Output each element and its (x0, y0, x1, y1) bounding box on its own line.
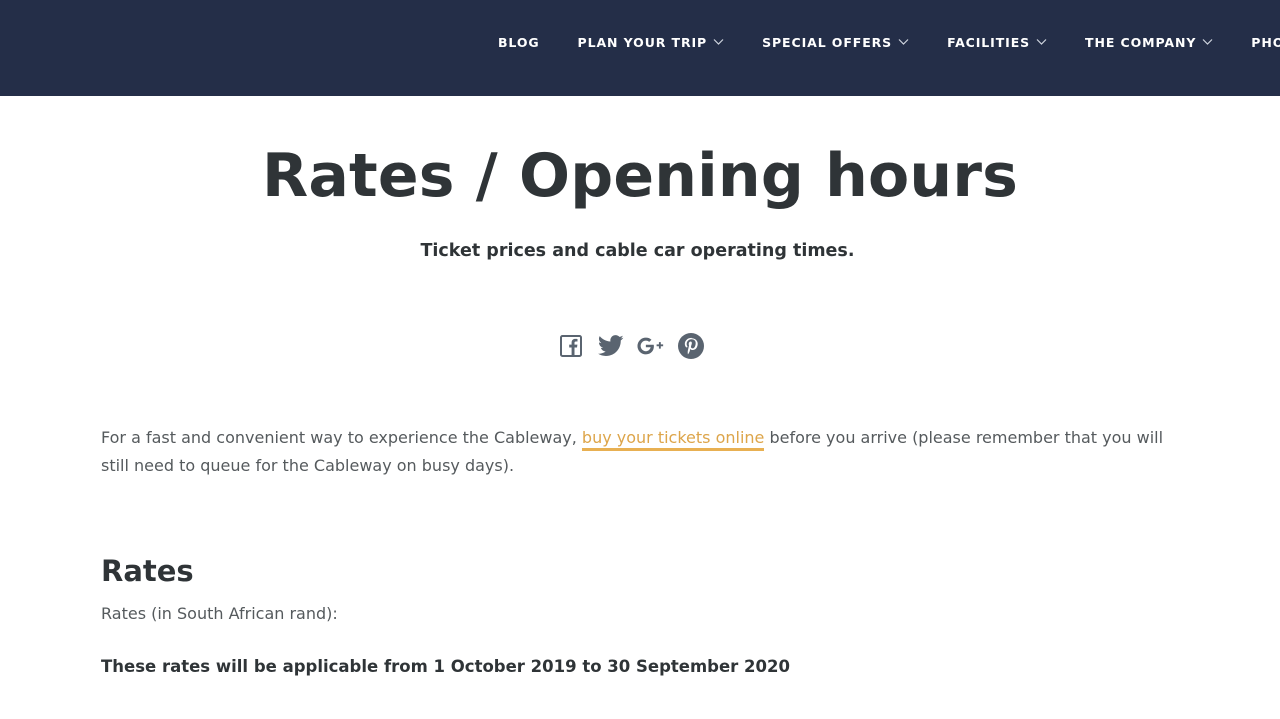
nav-item-label: BLOG (498, 34, 540, 50)
chevron-down-icon (1036, 38, 1047, 46)
nav-item-label: PLAN YOUR TRIP (577, 34, 708, 50)
page-subtitle: Ticket prices and cable car operating ti… (420, 241, 855, 261)
nav-item-special-offers[interactable]: SPECIAL OFFERS (762, 33, 909, 51)
nav-item-the-company[interactable]: THE COMPANY (1085, 33, 1213, 51)
rates-validity-period: These rates will be applicable from 1 Oc… (101, 657, 790, 676)
twitter-icon[interactable] (597, 332, 625, 360)
chevron-down-icon (898, 38, 909, 46)
main-menu: BLOG PLAN YOUR TRIP SPECIAL OFFERS FACIL… (498, 33, 1280, 51)
google-plus-icon[interactable] (637, 332, 665, 360)
nav-item-label: THE COMPANY (1085, 34, 1197, 50)
nav-item-blog[interactable]: BLOG (498, 33, 540, 51)
facebook-icon[interactable] (557, 332, 585, 360)
chevron-down-icon (1202, 38, 1213, 46)
pinterest-icon[interactable] (677, 332, 705, 360)
nav-item-label: SPECIAL OFFERS (762, 34, 893, 50)
social-share-bar (557, 332, 717, 360)
nav-item-photography[interactable]: PHOTOGR (1251, 33, 1280, 51)
chevron-down-icon (713, 38, 724, 46)
intro-text-before: For a fast and convenient way to experie… (101, 428, 582, 447)
page-title: Rates / Opening hours (261, 141, 1019, 211)
intro-paragraph: For a fast and convenient way to experie… (101, 424, 1191, 480)
rates-heading: Rates (101, 554, 194, 588)
top-navigation-bar: BLOG PLAN YOUR TRIP SPECIAL OFFERS FACIL… (0, 0, 1280, 96)
nav-item-plan-your-trip[interactable]: PLAN YOUR TRIP (578, 33, 725, 51)
buy-tickets-online-link[interactable]: buy your tickets online (581, 428, 765, 451)
nav-item-label: PHOTOGR (1251, 34, 1280, 50)
nav-item-label: FACILITIES (947, 34, 1031, 50)
rates-currency-note: Rates (in South African rand): (101, 604, 338, 623)
nav-item-facilities[interactable]: FACILITIES (947, 33, 1047, 51)
